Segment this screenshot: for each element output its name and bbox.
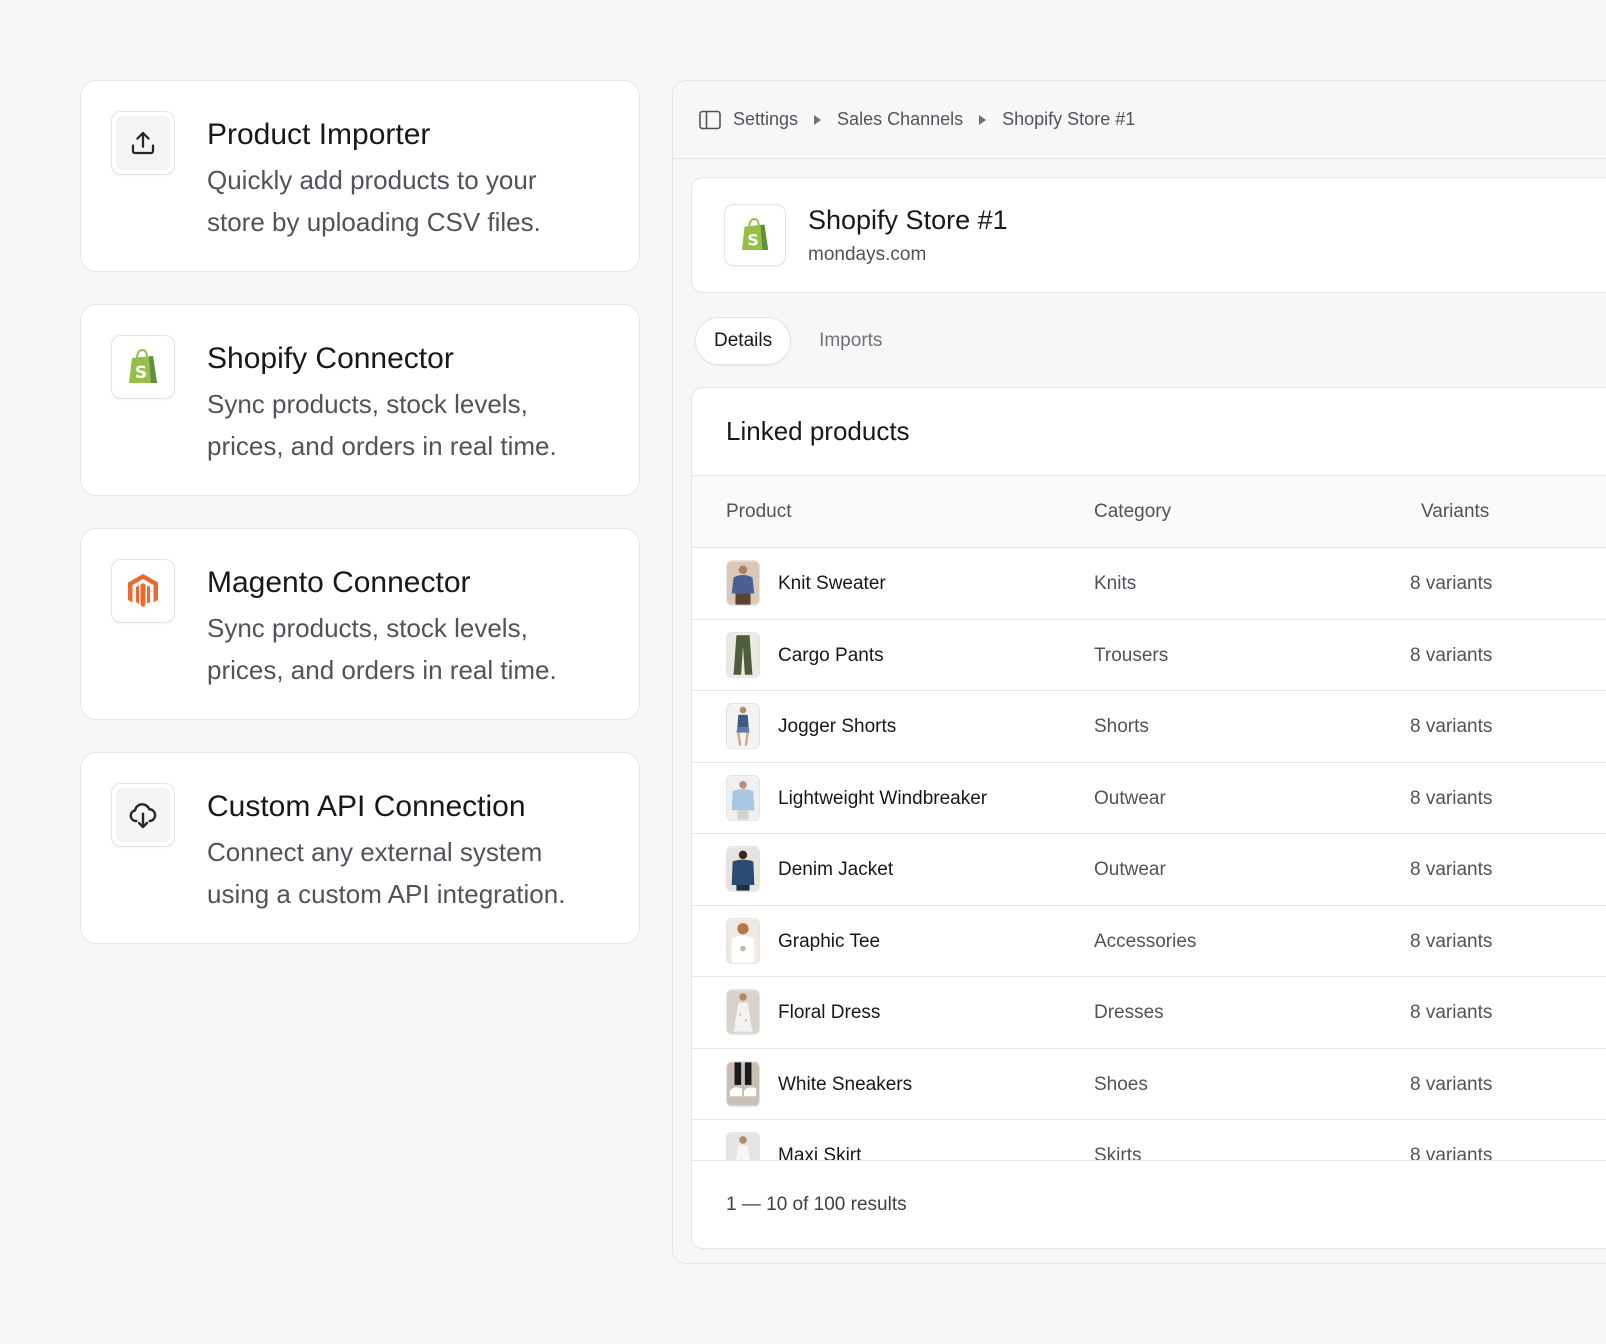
- product-thumbnail: [726, 917, 760, 964]
- integration-description: Sync products, stock levels, prices, and…: [207, 389, 557, 461]
- product-variants: 8 variants: [1410, 573, 1493, 594]
- product-thumbnail: [726, 1132, 760, 1160]
- table-row[interactable]: Lightweight Windbreaker Outwear 8 varian…: [692, 763, 1606, 834]
- product-category: Skirts: [1094, 1145, 1142, 1160]
- product-thumbnail: [726, 560, 760, 606]
- breadcrumb-item-settings[interactable]: Settings: [733, 109, 798, 130]
- tab-details[interactable]: Details: [695, 317, 792, 365]
- product-variants: 8 variants: [1410, 787, 1493, 809]
- product-name: Knit Sweater: [778, 573, 886, 594]
- product-thumbnail: [726, 774, 760, 821]
- product-thumbnail: [726, 989, 760, 1035]
- integration-card-custom-api[interactable]: Custom API Connection Connect any extern…: [80, 752, 640, 944]
- svg-text:S: S: [135, 363, 147, 383]
- product-thumbnail: [726, 703, 760, 749]
- product-thumbnail: [726, 1060, 760, 1107]
- integration-title: Magento Connector: [207, 566, 471, 599]
- integration-title: Product Importer: [207, 118, 431, 151]
- product-variants: 8 variants: [1410, 716, 1493, 737]
- integration-description: Connect any external system using a cust…: [207, 837, 566, 909]
- product-variants: 8 variants: [1410, 930, 1493, 952]
- product-category: Accessories: [1094, 930, 1197, 952]
- linked-products-table: Linked products Product Category Variant…: [691, 387, 1606, 1249]
- product-variants: 8 variants: [1410, 1002, 1493, 1023]
- upload-icon: [111, 111, 175, 175]
- column-header-product[interactable]: Product: [726, 501, 791, 523]
- product-category: Shorts: [1094, 716, 1149, 737]
- integrations-list: Product Importer Quickly add products to…: [80, 80, 640, 944]
- product-name: Maxi Skirt: [778, 1145, 862, 1160]
- tabs: Details Imports: [695, 317, 900, 365]
- table-row[interactable]: Maxi Skirt Skirts 8 variants: [692, 1120, 1606, 1160]
- integration-card-shopify[interactable]: S Shopify Connector Sync products, stock…: [80, 304, 640, 496]
- integration-card-product-importer[interactable]: Product Importer Quickly add products to…: [80, 80, 640, 272]
- product-category: Trousers: [1094, 644, 1169, 666]
- store-title: Shopify Store #1: [808, 204, 1008, 235]
- breadcrumb-item-current: Shopify Store #1: [1002, 109, 1136, 129]
- table-header: Product Category Variants: [692, 476, 1606, 548]
- table-row[interactable]: Graphic Tee Accessories 8 variants: [692, 906, 1606, 977]
- product-name: Jogger Shorts: [778, 716, 897, 737]
- product-thumbnail: [726, 631, 760, 678]
- product-name: Graphic Tee: [778, 930, 881, 952]
- table-title: Linked products: [692, 388, 1606, 476]
- product-name: Cargo Pants: [778, 644, 884, 666]
- product-category: Shoes: [1094, 1073, 1148, 1095]
- svg-text:S: S: [747, 230, 759, 249]
- table-row[interactable]: Cargo Pants Trousers 8 variants: [692, 620, 1606, 691]
- table-row[interactable]: White Sneakers Shoes 8 variants: [692, 1049, 1606, 1120]
- caret-right-icon: [814, 114, 822, 125]
- caret-right-icon: [979, 114, 987, 125]
- product-name: Denim Jacket: [778, 859, 894, 880]
- shopify-icon: S: [724, 204, 786, 266]
- product-category: Outwear: [1094, 859, 1166, 880]
- magento-icon: [111, 559, 175, 623]
- breadcrumb-item-sales-channels[interactable]: Sales Channels: [837, 109, 963, 130]
- product-name: Lightweight Windbreaker: [778, 787, 988, 809]
- integration-title: Custom API Connection: [207, 790, 526, 823]
- table-row[interactable]: Jogger Shorts Shorts 8 variants: [692, 691, 1606, 763]
- product-variants: 8 variants: [1410, 1073, 1493, 1095]
- product-variants: 8 variants: [1410, 644, 1493, 666]
- product-category: Dresses: [1094, 1002, 1164, 1023]
- product-name: White Sneakers: [778, 1073, 913, 1095]
- breadcrumb: Settings Sales Channels Shopify Store #1: [673, 81, 1606, 159]
- column-header-variants[interactable]: Variants: [1421, 501, 1489, 523]
- store-domain: mondays.com: [808, 243, 927, 265]
- store-detail-panel: Settings Sales Channels Shopify Store #1…: [672, 80, 1606, 1264]
- product-category: Knits: [1094, 573, 1137, 594]
- pagination-summary: 1 — 10 of 100 results: [692, 1160, 1606, 1248]
- store-header-card: S Shopify Store #1 mondays.com: [691, 177, 1606, 293]
- shopify-icon: S: [111, 335, 175, 399]
- product-category: Outwear: [1094, 787, 1166, 809]
- product-variants: 8 variants: [1410, 859, 1493, 880]
- table-row[interactable]: Denim Jacket Outwear 8 variants: [692, 834, 1606, 906]
- sidebar-toggle-icon[interactable]: [699, 110, 721, 130]
- integration-card-magento[interactable]: Magento Connector Sync products, stock l…: [80, 528, 640, 720]
- integration-title: Shopify Connector: [207, 342, 454, 375]
- column-header-category[interactable]: Category: [1094, 501, 1171, 523]
- cloud-download-icon: [111, 783, 175, 847]
- product-name: Floral Dress: [778, 1002, 881, 1023]
- table-row[interactable]: Knit Sweater Knits 8 variants: [692, 548, 1606, 620]
- integration-description: Quickly add products to your store by up…: [207, 165, 541, 237]
- product-thumbnail: [726, 846, 760, 892]
- table-row[interactable]: Floral Dress Dresses 8 variants: [692, 977, 1606, 1049]
- integration-description: Sync products, stock levels, prices, and…: [207, 613, 557, 685]
- tab-imports[interactable]: Imports: [801, 317, 900, 365]
- product-variants: 8 variants: [1410, 1145, 1493, 1160]
- table-body[interactable]: Knit Sweater Knits 8 variants Cargo Pant…: [692, 548, 1606, 1160]
